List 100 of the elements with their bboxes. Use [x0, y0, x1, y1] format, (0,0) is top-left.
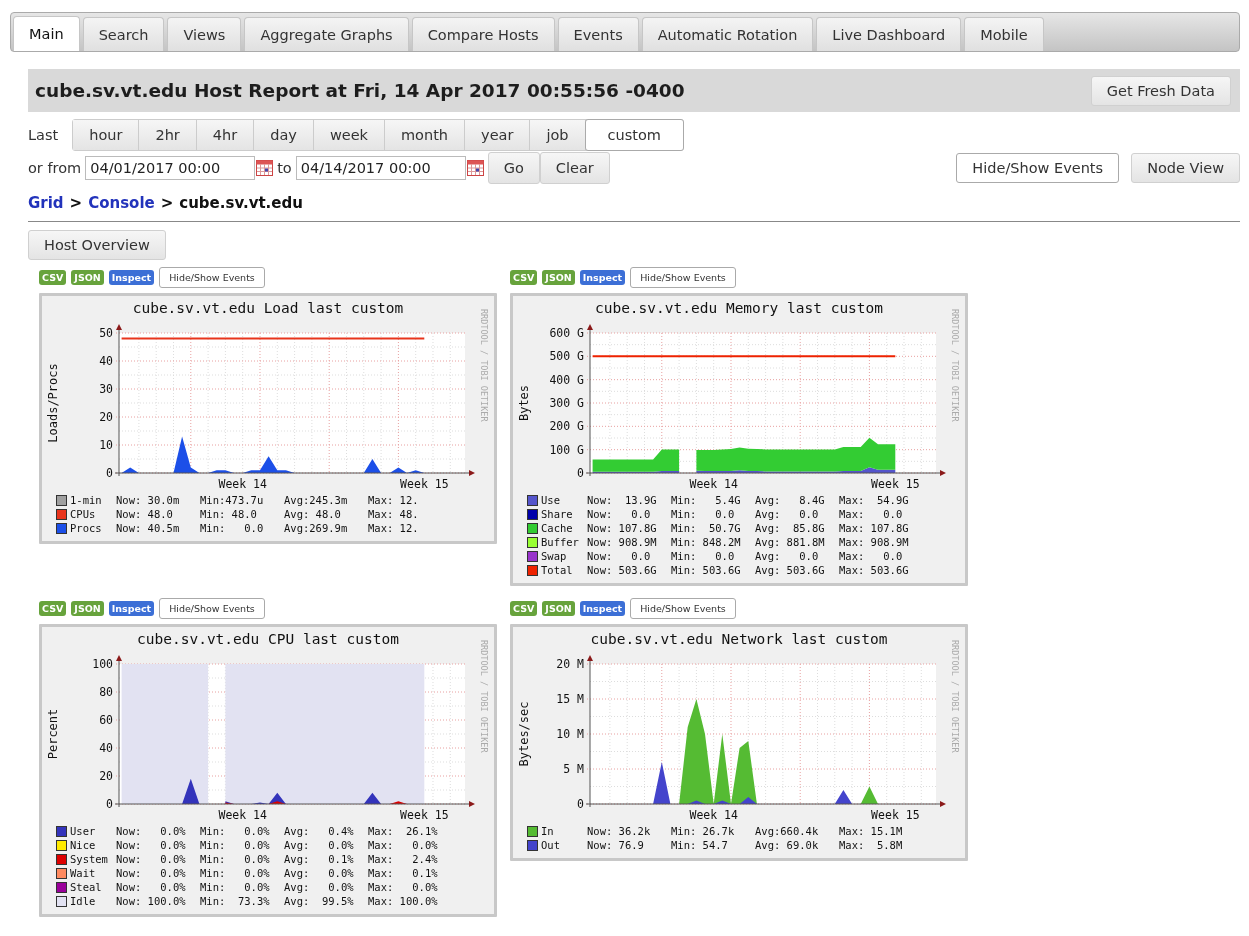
report-title: cube.sv.vt.edu Host Report at Fri, 14 Apr 2017 00:55:56 -0400 [35, 80, 685, 101]
axis-tick-label: 100 [92, 657, 113, 671]
axis-tick-label: 0 [106, 466, 113, 480]
legend-value: Now: 48.0 [116, 507, 174, 521]
legend-label: CPUs [70, 507, 97, 521]
legend-value: Max: 0.0 [839, 507, 904, 521]
axis-tick-label: Week 15 [871, 808, 920, 822]
axis-tick-label: 15 M [556, 692, 584, 706]
legend-value: Avg: 85.8G [755, 521, 826, 535]
legend-value: Max: 908.9M [839, 535, 910, 549]
credit-label: RRDTOOL / TOBI OETIKER [479, 640, 489, 755]
axis-title: Percent [46, 708, 60, 760]
legend-value: Max: 0.0% [368, 880, 439, 894]
axis-tick-label: 50 [99, 326, 113, 340]
axis-tick-label: 0 [577, 466, 584, 480]
axis-tick-label: 600 G [549, 326, 584, 340]
legend-value: Max: 15.1M [839, 824, 904, 838]
legend-value: Avg: 48.0 [284, 507, 342, 521]
legend-value: Now: 908.9M [587, 535, 658, 549]
legend-value: Max: 48. [368, 507, 420, 521]
legend-label: In [541, 824, 555, 838]
legend-value: Max: 5.8M [839, 838, 904, 852]
axis-tick-label: 20 M [556, 657, 584, 671]
legend-value: Avg: 8.4G [755, 493, 826, 507]
legend-value: Now: 0.0 [587, 549, 652, 563]
legend-value: Avg: 0.0% [284, 838, 355, 852]
credit-label: RRDTOOL / TOBI OETIKER [950, 309, 960, 424]
axis-tick-label: 200 G [549, 419, 584, 434]
axis-tick-label: 10 [99, 438, 113, 452]
range-label: Last [28, 127, 59, 143]
legend-label: Buffer [541, 535, 580, 549]
legend-value: Min: 73.3% [200, 894, 271, 908]
breadcrumb-current: cube.sv.vt.edu [179, 194, 303, 212]
legend-value: Now: 0.0 [587, 507, 652, 521]
legend-value: Avg:269.9m [284, 521, 349, 535]
legend-label: Use [541, 493, 561, 507]
legend-label: Idle [70, 894, 97, 908]
legend-value: Max: 0.1% [368, 866, 439, 880]
legend-value: Max: 503.6G [839, 563, 910, 577]
legend-value: Now: 107.8G [587, 521, 658, 535]
legend-value: Now: 76.9 [587, 838, 645, 852]
legend-value: Max: 2.4% [368, 852, 439, 866]
legend-value: Min: 26.7k [671, 824, 736, 838]
axis-title: Loads/Procs [46, 363, 60, 443]
axis-tick-label: Week 14 [218, 808, 267, 822]
axis-title: Bytes [517, 384, 531, 422]
legend-value: Avg: 69.0k [755, 838, 820, 852]
legend-value: Avg: 0.4% [284, 824, 355, 838]
legend-value: Now: 36.2k [587, 824, 652, 838]
axis-tick-label: 40 [99, 354, 113, 368]
legend-value: Now: 0.0% [116, 880, 187, 894]
credit-label: RRDTOOL / TOBI OETIKER [479, 309, 489, 424]
legend-value: Max: 26.1% [368, 824, 439, 838]
legend-value: Avg: 0.1% [284, 852, 355, 866]
legend-value: Now: 0.0% [116, 852, 187, 866]
legend-value: Min: 0.0% [200, 838, 271, 852]
legend-value: Avg: 881.8M [755, 535, 826, 549]
axis-tick-label: 100 G [549, 442, 584, 457]
legend-value: Min: 0.0% [200, 824, 271, 838]
legend-value: Min: 0.0% [200, 866, 271, 880]
legend-label: Total [541, 563, 574, 577]
axis-tick-label: Week 14 [689, 477, 738, 491]
axis-tick-label: Week 15 [400, 808, 449, 822]
axis-tick-label: 5 M [563, 762, 584, 776]
legend-value: Min: 0.0% [200, 880, 271, 894]
axis-tick-label: 60 [99, 713, 113, 727]
legend-label: Procs [70, 521, 103, 535]
legend-label: Nice [70, 838, 97, 852]
legend-label: 1-min [70, 493, 103, 507]
breadcrumb-separator: > [160, 194, 174, 212]
legend-label: Out [541, 838, 561, 852]
legend-value: Now: 0.0% [116, 866, 187, 880]
to-label: to [277, 160, 292, 176]
legend-value: Max: 100.0% [368, 894, 439, 908]
axis-tick-label: 40 [99, 741, 113, 755]
legend-value: Max: 0.0 [839, 549, 904, 563]
legend-label: User [70, 824, 97, 838]
legend-value: Now: 13.9G [587, 493, 658, 507]
legend-value: Now: 0.0% [116, 824, 187, 838]
legend-value: Now: 30.0m [116, 493, 181, 507]
legend-value: Max: 12. [368, 493, 420, 507]
axis-tick-label: 0 [577, 797, 584, 811]
axis-tick-label: 30 [99, 382, 113, 396]
axis-tick-label: 400 G [549, 372, 584, 387]
legend-value: Min: 503.6G [671, 563, 742, 577]
legend-value: Min: 0.0% [200, 852, 271, 866]
axis-tick-label: 20 [99, 410, 113, 424]
credit-label: RRDTOOL / TOBI OETIKER [950, 640, 960, 755]
legend-value: Max: 0.0% [368, 838, 439, 852]
legend-value: Min: 50.7G [671, 521, 742, 535]
axis-tick-label: 80 [99, 685, 113, 699]
legend-value: Max: 12. [368, 521, 420, 535]
axis-title: Bytes/sec [517, 701, 531, 767]
legend-value: Min: 0.0 [671, 507, 736, 521]
legend-value: Avg: 503.6G [755, 563, 826, 577]
legend-value: Min: 5.4G [671, 493, 742, 507]
legend-value: Avg:660.4k [755, 824, 820, 838]
legend-label: Cache [541, 521, 574, 535]
axis-tick-label: 0 [106, 797, 113, 811]
legend-label: Share [541, 507, 574, 521]
